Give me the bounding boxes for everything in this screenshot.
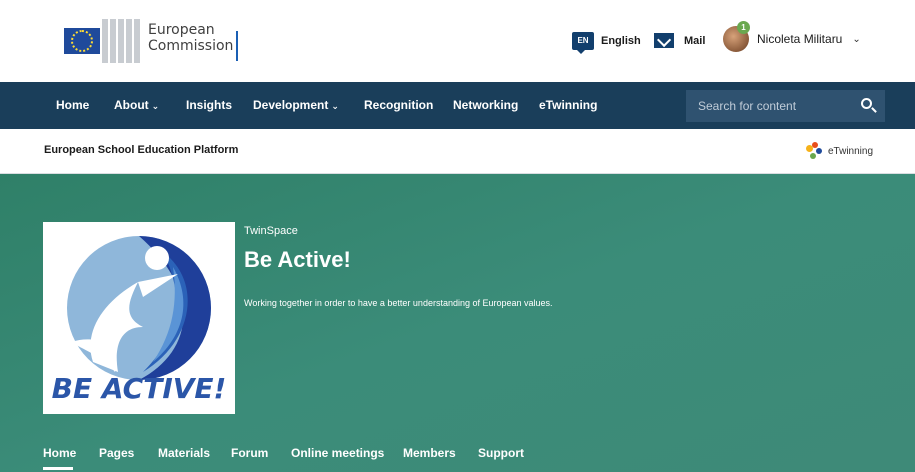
- chevron-down-icon: ⌄: [852, 33, 861, 45]
- language-selector[interactable]: EN English: [572, 32, 641, 54]
- language-label: English: [601, 35, 641, 47]
- nav-item-networking[interactable]: Networking: [453, 98, 518, 112]
- search-icon: [861, 98, 872, 109]
- etwinning-label: eTwinning: [828, 145, 874, 157]
- nav-item-insights[interactable]: Insights: [186, 98, 232, 112]
- tab-forum[interactable]: Forum: [231, 446, 268, 460]
- european-commission-logo[interactable]: European Commission: [44, 9, 240, 69]
- nav-item-etwinning[interactable]: eTwinning: [539, 98, 597, 112]
- mail-link[interactable]: Mail: [654, 33, 705, 48]
- be-active-logo-image: BE ACTIVE!: [52, 236, 227, 405]
- page-title: Be Active!: [244, 247, 351, 272]
- search-input[interactable]: Search for content: [686, 90, 851, 122]
- search-button[interactable]: [851, 90, 885, 122]
- project-description: Working together in order to have a bett…: [244, 298, 553, 308]
- project-logo: BE ACTIVE!: [43, 222, 235, 414]
- tab-home[interactable]: Home: [43, 446, 76, 460]
- avatar: 1: [723, 21, 750, 52]
- etwinning-logo[interactable]: eTwinning: [804, 141, 873, 161]
- user-menu[interactable]: 1 Nicoleta Militaru ⌄: [723, 21, 861, 52]
- chevron-down-icon: ⌄: [331, 101, 339, 111]
- tab-support[interactable]: Support: [478, 446, 524, 460]
- tab-materials[interactable]: Materials: [158, 446, 210, 460]
- tab-online-meetings[interactable]: Online meetings: [291, 446, 384, 460]
- platform-bar: European School Education Platform eTwin…: [0, 129, 915, 174]
- commission-wordmark: European Commission: [148, 22, 234, 54]
- chevron-down-icon: ⌄: [151, 101, 160, 111]
- twinspace-tabs: Home Pages Materials Forum Online meetin…: [0, 446, 915, 472]
- tab-members[interactable]: Members: [403, 446, 456, 460]
- twinspace-hero: BE ACTIVE! TwinSpace Be Active! Working …: [0, 174, 915, 472]
- logo-divider: [236, 31, 238, 61]
- user-name: Nicoleta Militaru: [757, 32, 843, 46]
- platform-title[interactable]: European School Education Platform: [44, 144, 238, 156]
- nav-item-development[interactable]: Development ⌄: [253, 98, 339, 112]
- language-code-icon: EN: [572, 32, 594, 54]
- etwinning-icon: [804, 141, 826, 161]
- nav-item-recognition[interactable]: Recognition: [364, 98, 433, 112]
- mail-label: Mail: [684, 34, 706, 47]
- commission-building-icon: [44, 9, 144, 69]
- logo-text: BE ACTIVE!: [52, 372, 227, 405]
- envelope-icon: [654, 33, 674, 48]
- top-header: European Commission EN English Mail 1 Ni…: [0, 0, 915, 82]
- active-tab-indicator: [43, 467, 73, 470]
- nav-item-about[interactable]: About ⌄: [114, 98, 159, 112]
- twinspace-kicker: TwinSpace: [244, 225, 298, 237]
- notification-badge: 1: [737, 21, 750, 34]
- tab-pages[interactable]: Pages: [99, 446, 134, 460]
- nav-item-home[interactable]: Home: [56, 98, 89, 112]
- eu-flag-icon: [64, 28, 100, 54]
